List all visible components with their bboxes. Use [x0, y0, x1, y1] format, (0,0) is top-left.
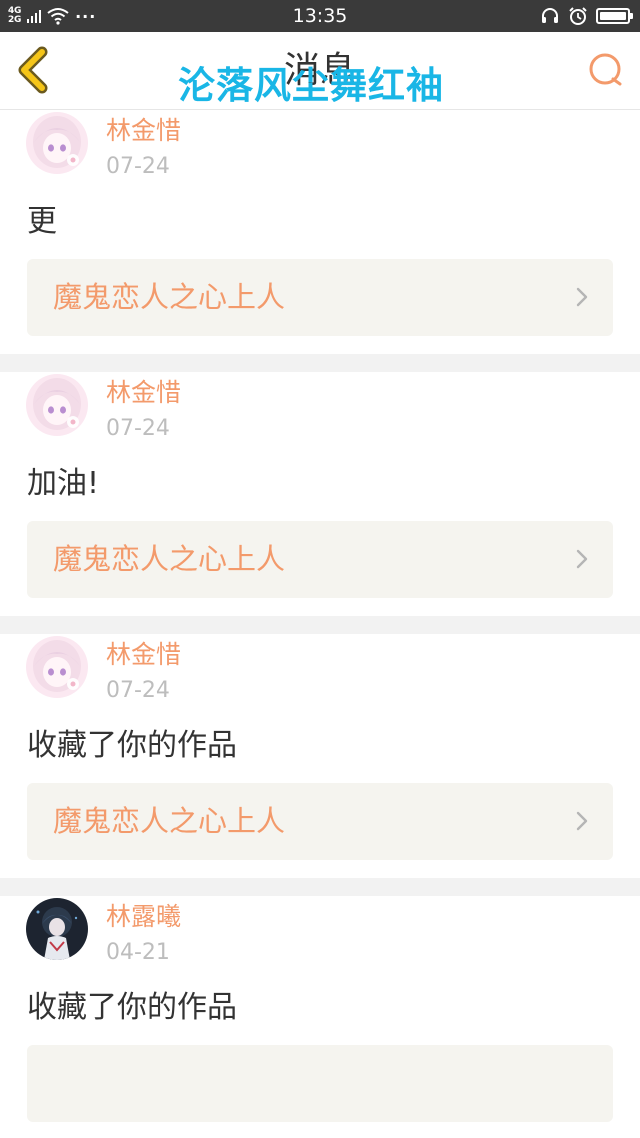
- section-divider: [0, 616, 640, 634]
- message-text: 加油!: [27, 466, 100, 501]
- user-avatar[interactable]: [26, 112, 88, 174]
- section-divider: [0, 878, 640, 896]
- message-date: 07-24: [106, 416, 170, 441]
- pink-anime-avatar-icon: [26, 636, 88, 698]
- work-link-card[interactable]: 魔鬼恋人之心上人: [27, 521, 613, 598]
- chevron-right-icon: [576, 549, 588, 569]
- user-name[interactable]: 林露曦: [106, 902, 181, 932]
- search-button[interactable]: [586, 50, 626, 90]
- work-title: 魔鬼恋人之心上人: [53, 804, 286, 838]
- user-avatar[interactable]: [26, 898, 88, 960]
- work-link-card[interactable]: 魔鬼恋人之心上人: [27, 259, 613, 336]
- pink-anime-avatar-icon: [26, 374, 88, 436]
- user-name[interactable]: 林金惜: [106, 640, 181, 670]
- work-title: 魔鬼恋人之心上人: [53, 542, 286, 576]
- chevron-right-icon: [576, 287, 588, 307]
- alarm-icon: [569, 7, 587, 25]
- message-date: 04-21: [106, 940, 170, 965]
- chevron-right-icon: [576, 811, 588, 831]
- dark-anime-avatar-icon: [26, 898, 88, 960]
- message-item: 林露曦 04-21 收藏了你的作品: [0, 896, 640, 1138]
- user-avatar[interactable]: [26, 636, 88, 698]
- work-title: 魔鬼恋人之心上人: [53, 280, 286, 314]
- headset-icon: [542, 8, 558, 23]
- message-item: 林金惜 07-24 更 魔鬼恋人之心上人: [0, 110, 640, 354]
- message-date: 07-24: [106, 678, 170, 703]
- message-text: 收藏了你的作品: [27, 728, 237, 763]
- user-avatar[interactable]: [26, 374, 88, 436]
- section-divider: [0, 354, 640, 372]
- search-icon: [589, 53, 622, 86]
- message-date: 07-24: [106, 154, 170, 179]
- message-item: 林金惜 07-24 收藏了你的作品 魔鬼恋人之心上人: [0, 634, 640, 878]
- message-text: 收藏了你的作品: [27, 990, 237, 1025]
- message-item: 林金惜 07-24 加油! 魔鬼恋人之心上人: [0, 372, 640, 616]
- work-link-card[interactable]: 魔鬼恋人之心上人: [27, 783, 613, 860]
- message-text: 更: [27, 204, 57, 239]
- battery-icon: [596, 8, 633, 24]
- watermark-text: 沦落风尘舞红袖: [178, 64, 444, 107]
- pink-anime-avatar-icon: [26, 112, 88, 174]
- user-name[interactable]: 林金惜: [106, 116, 181, 146]
- user-name[interactable]: 林金惜: [106, 378, 181, 408]
- status-bar: 4G 2G ··· 13:35: [0, 0, 640, 32]
- work-link-card[interactable]: [27, 1045, 613, 1122]
- status-right: [540, 5, 633, 27]
- message-list: 林金惜 07-24 更 魔鬼恋人之心上人 林金惜 07-24 加油! 魔鬼恋人之…: [0, 110, 640, 1138]
